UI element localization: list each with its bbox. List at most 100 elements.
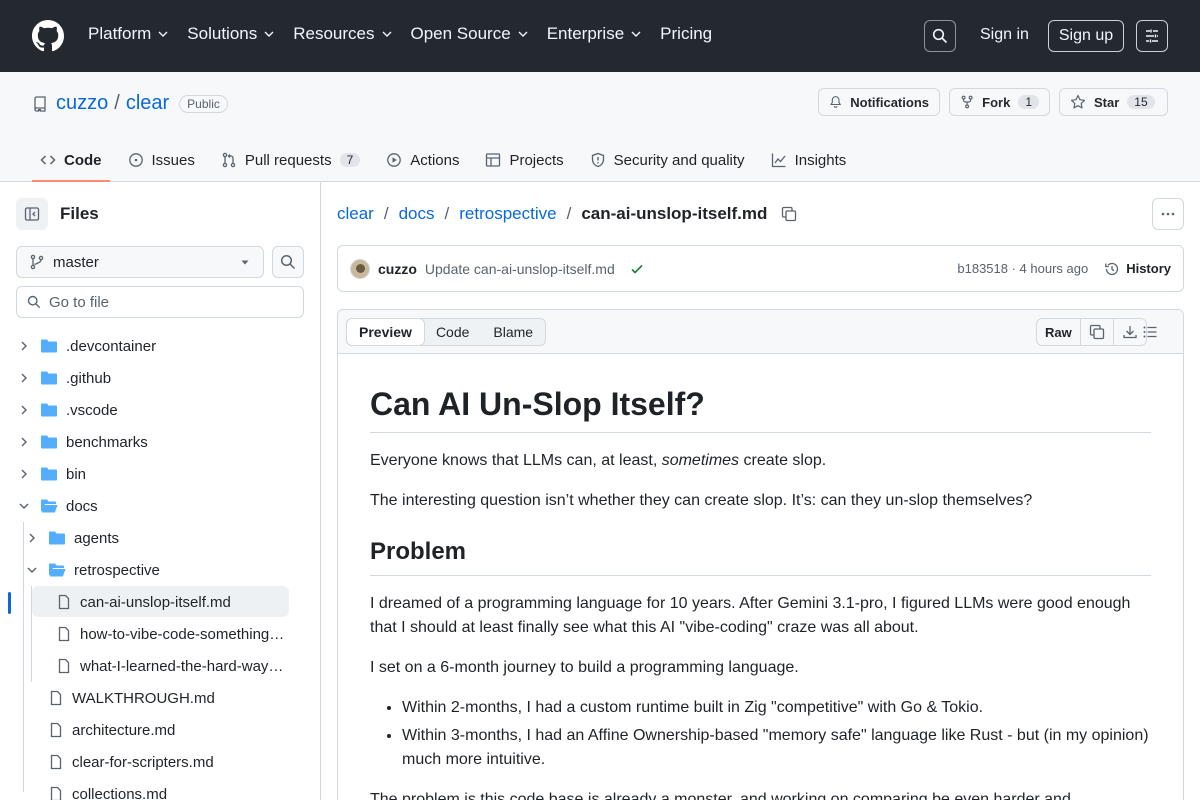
chevron-down-icon <box>264 31 274 37</box>
outline-button[interactable] <box>1142 324 1158 340</box>
repo-owner-link[interactable]: cuzzo <box>56 92 108 115</box>
file-sidebar: Files master Go to file .devcontainer .g… <box>0 182 321 800</box>
tab-insights[interactable]: Insights <box>763 138 855 182</box>
more-options-button[interactable] <box>1152 198 1184 230</box>
go-to-file-placeholder: Go to file <box>49 293 110 311</box>
tab-code-view[interactable]: Code <box>424 319 481 345</box>
tree-item-collections[interactable]: collections.md <box>0 778 320 800</box>
folder-open-icon <box>48 562 66 578</box>
tree-item-vscode[interactable]: .vscode <box>0 394 320 426</box>
files-title: Files <box>60 204 99 223</box>
tree-item-label: WALKTHROUGH.md <box>72 689 215 707</box>
notifications-button[interactable]: Notifications <box>818 88 940 116</box>
go-to-file-input[interactable]: Go to file <box>16 286 304 318</box>
tree-item-label: how-to-vibe-code-something… <box>80 625 285 643</box>
tree-item-label: collections.md <box>72 785 168 800</box>
settings-menu-button[interactable] <box>1136 20 1168 52</box>
tree-item-label: .devcontainer <box>66 337 157 355</box>
tree-item-retrospective[interactable]: retrospective <box>0 554 320 586</box>
download-button[interactable] <box>1114 319 1146 345</box>
sign-up-button[interactable]: Sign up <box>1048 20 1124 52</box>
search-files-button[interactable] <box>272 246 304 278</box>
branch-icon <box>30 254 44 270</box>
search-icon <box>27 295 41 309</box>
play-icon <box>387 153 402 167</box>
chevron-right-icon <box>16 402 32 418</box>
collapse-sidebar-button[interactable] <box>16 198 48 230</box>
tree-item-how-to-vibe-code[interactable]: how-to-vibe-code-something… <box>0 618 320 650</box>
tree-item-clear-for-scripters[interactable]: clear-for-scripters.md <box>0 746 320 778</box>
tree-item-architecture[interactable]: architecture.md <box>0 714 320 746</box>
tab-code[interactable]: Code <box>32 138 110 182</box>
file-content-box: Preview Code Blame Raw Can AI Un-Slop It… <box>337 309 1184 800</box>
breadcrumb-link[interactable]: clear <box>337 204 374 224</box>
nav-platform[interactable]: Platform <box>88 24 169 44</box>
tab-projects[interactable]: Projects <box>477 138 571 182</box>
tree-item-github[interactable]: .github <box>0 362 320 394</box>
file-tree: .devcontainer .github .vscode benchmarks… <box>0 330 320 800</box>
tree-item-can-ai-unslop-itself[interactable]: can-ai-unslop-itself.md <box>0 586 320 618</box>
tab-issues[interactable]: Issues <box>120 138 203 182</box>
nav-solutions[interactable]: Solutions <box>187 24 275 44</box>
sign-in-link[interactable]: Sign in <box>980 26 1029 44</box>
tab-preview[interactable]: Preview <box>346 318 425 346</box>
commit-message[interactable]: Update can-ai-unslop-itself.md <box>425 261 615 277</box>
search-icon <box>932 28 948 44</box>
tree-item-what-i-learned[interactable]: what-I-learned-the-hard-way… <box>0 650 320 682</box>
avatar[interactable] <box>350 258 370 279</box>
branch-selector[interactable]: master <box>16 246 264 278</box>
nav-resources[interactable]: Resources <box>293 24 392 44</box>
tree-item-agents[interactable]: agents <box>0 522 320 554</box>
history-icon <box>1105 262 1119 275</box>
breadcrumb-link[interactable]: docs <box>399 204 435 224</box>
tree-item-label: benchmarks <box>66 433 148 451</box>
copy-raw-button[interactable] <box>1081 319 1114 345</box>
repo-name-link[interactable]: clear <box>126 92 169 115</box>
shield-icon <box>591 152 604 168</box>
breadcrumb-separator: / <box>444 204 450 223</box>
raw-button[interactable]: Raw <box>1037 319 1081 345</box>
tree-item-label: agents <box>74 529 120 547</box>
copy-icon <box>782 206 797 222</box>
paragraph: Everyone knows that LLMs can, at least, … <box>370 452 827 469</box>
search-button[interactable] <box>924 20 956 52</box>
tree-item-walkthrough[interactable]: WALKTHROUGH.md <box>0 682 320 714</box>
breadcrumb-separator: / <box>566 204 572 223</box>
tree-item-devcontainer[interactable]: .devcontainer <box>0 330 320 362</box>
tab-actions[interactable]: Actions <box>378 138 467 182</box>
tree-item-docs[interactable]: docs <box>0 490 320 522</box>
star-button[interactable]: Star 15 <box>1059 88 1168 116</box>
chevron-down-icon <box>518 31 528 37</box>
breadcrumb-link[interactable]: retrospective <box>459 204 556 224</box>
tree-item-label: architecture.md <box>72 721 176 739</box>
history-button[interactable]: History <box>1104 261 1171 277</box>
fork-button[interactable]: Fork 1 <box>949 88 1050 116</box>
chevron-right-icon <box>16 434 32 450</box>
visibility-badge: Public <box>179 94 228 113</box>
tree-item-bin[interactable]: bin <box>0 458 320 490</box>
nav-enterprise[interactable]: Enterprise <box>547 24 642 44</box>
fork-count: 1 <box>1018 95 1039 109</box>
repo-tabs: Code Issues Pull requests 7 Actions Proj… <box>32 138 864 182</box>
paragraph: I set on a 6-month journey to build a pr… <box>370 659 799 676</box>
copy-path-button[interactable] <box>781 206 797 222</box>
star-icon <box>1070 94 1086 109</box>
tab-blame[interactable]: Blame <box>481 319 545 345</box>
paragraph: The interesting question isn’t whether t… <box>370 492 1033 509</box>
nav-open-source[interactable]: Open Source <box>411 24 529 44</box>
sliders-icon <box>1146 29 1158 43</box>
commit-author[interactable]: cuzzo <box>378 261 417 277</box>
commit-hash-time[interactable]: b183518 · 4 hours ago <box>957 261 1088 276</box>
nav-pricing[interactable]: Pricing <box>660 24 712 44</box>
chevron-down-icon <box>631 31 641 37</box>
tab-pull-requests[interactable]: Pull requests 7 <box>213 138 368 182</box>
section-heading: Problem <box>370 537 1151 576</box>
breadcrumb: clear / docs / retrospective / can-ai-un… <box>337 204 797 224</box>
tree-item-label: can-ai-unslop-itself.md <box>80 593 231 611</box>
tree-item-benchmarks[interactable]: benchmarks <box>0 426 320 458</box>
file-icon <box>48 754 64 770</box>
github-logo-icon[interactable] <box>32 20 64 52</box>
tab-security[interactable]: Security and quality <box>582 138 753 182</box>
files-header: Files <box>16 198 99 230</box>
list-item: Within 2-months, I had a custom runtime … <box>402 696 1151 720</box>
